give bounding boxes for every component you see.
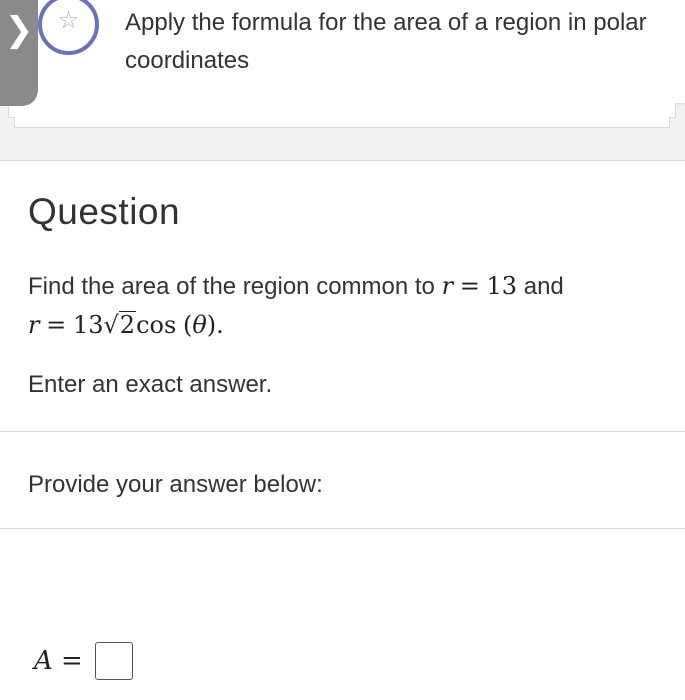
math-equals: = — [46, 311, 67, 339]
answer-variable: A = — [34, 646, 83, 676]
star-icon: ☆ — [57, 6, 80, 34]
math-equals: = — [459, 272, 480, 300]
divider — [0, 431, 685, 432]
prompt-conjunction: and — [523, 273, 564, 300]
divider — [0, 528, 685, 529]
question-card: Question Find the area of the region com… — [0, 160, 685, 700]
card-stack-edge — [8, 103, 676, 118]
chevron-right-icon: ❯ — [4, 10, 34, 50]
math-var: r — [28, 311, 40, 339]
prompt-prefix: Find the area of the region common to — [28, 273, 435, 300]
math-function: cos — [136, 311, 177, 339]
question-prompt: Find the area of the region common to r … — [28, 267, 668, 345]
provide-answer-label: Provide your answer below: — [28, 471, 323, 498]
question-instruction: Enter an exact answer. — [28, 371, 273, 398]
answer-variable-letter: A — [34, 646, 53, 676]
card-stack-edge — [14, 117, 670, 128]
math-value: 13 — [486, 272, 518, 300]
app-root: Apply the formula for the area of a regi… — [0, 0, 685, 700]
math-theta: θ — [192, 311, 207, 339]
radicand: 2 — [118, 311, 137, 339]
math-paren-open: ( — [182, 311, 193, 339]
math-paren-close: ). — [206, 311, 224, 339]
math-var: r — [441, 272, 454, 300]
math-coefficient: 13 — [72, 311, 104, 339]
objective-banner: Apply the formula for the area of a regi… — [0, 0, 685, 103]
answer-row: A = — [34, 641, 133, 681]
answer-equals: = — [61, 646, 83, 676]
radical-sign: √ — [103, 311, 119, 339]
answer-input[interactable] — [94, 642, 133, 680]
collapse-panel-button[interactable]: ❯ — [0, 0, 38, 106]
objective-text: Apply the formula for the area of a regi… — [125, 9, 647, 74]
question-heading: Question — [28, 191, 181, 232]
